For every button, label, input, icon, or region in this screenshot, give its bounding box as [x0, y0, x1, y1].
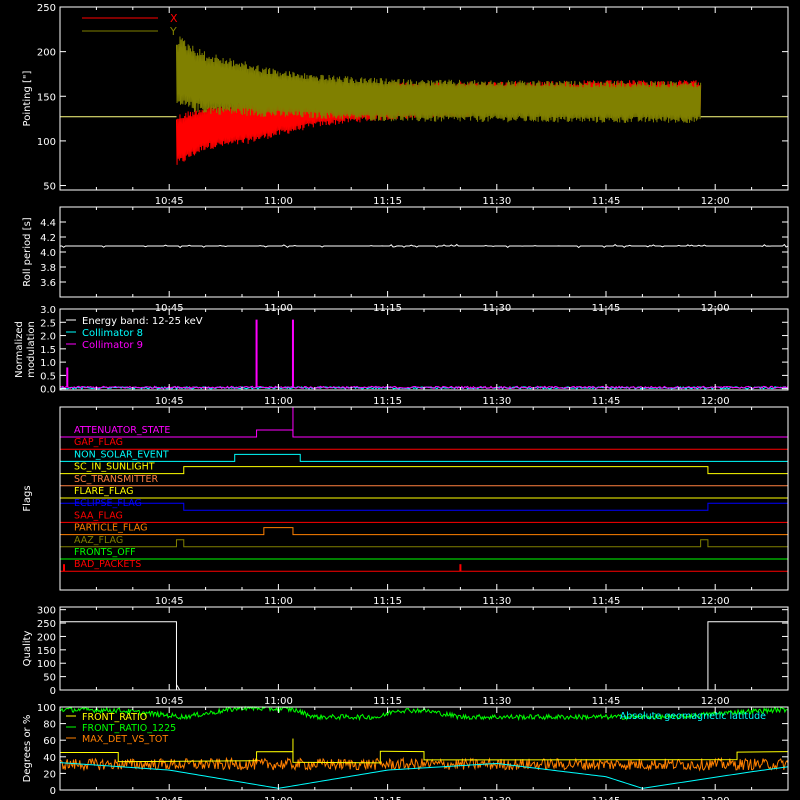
y-tick-label: 0.0: [40, 385, 56, 396]
flag-label: FLARE_FLAG: [74, 486, 134, 497]
y-tick-label: 4.0: [40, 248, 56, 259]
annotation-geomagnetic-latitude: Absolute geomagnetic latitude: [620, 711, 766, 722]
legend-label-x: X: [170, 12, 178, 25]
x-tick-label: 11:30: [482, 696, 511, 707]
y-tick-label: 250: [37, 619, 56, 630]
y-tick-label: 4.4: [40, 218, 56, 229]
flag-label: SC_TRANSMITTER: [74, 474, 159, 485]
y-tick-label: 200: [37, 632, 56, 643]
y-axis-label: Quality: [22, 631, 33, 667]
y-tick-label: 2.5: [40, 318, 56, 329]
y-tick-label: 1.5: [40, 345, 56, 356]
y-tick-label: 60: [43, 736, 56, 747]
x-tick-label: 11:45: [592, 196, 621, 207]
y-tick-label: 2.0: [40, 332, 56, 343]
x-tick-label: 10:45: [155, 196, 184, 207]
x-tick-label: 11:00: [264, 196, 293, 207]
y-tick-label: 50: [43, 182, 56, 193]
x-tick-label: 11:45: [592, 396, 621, 407]
y-tick-label: 80: [43, 720, 56, 731]
x-tick-label: 11:00: [264, 796, 293, 800]
x-tick-label: 10:45: [155, 396, 184, 407]
y-tick-label: 150: [37, 92, 56, 103]
x-tick-label: 12:00: [701, 396, 730, 407]
y-tick-label: 40: [43, 753, 56, 764]
x-tick-label: 11:30: [482, 596, 511, 607]
legend-label: MAX_DET_VS_TOT: [82, 734, 168, 745]
y-tick-label: 0.5: [40, 371, 56, 382]
legend-label: FRONT_RATIO: [82, 712, 147, 723]
x-tick-label: 11:30: [482, 196, 511, 207]
y-tick-label: 3.6: [40, 278, 56, 289]
x-tick-label: 11:30: [482, 396, 511, 407]
flag-label: GAP_FLAG: [74, 437, 123, 448]
flag-label: PARTICLE_FLAG: [74, 523, 147, 534]
y-tick-label: 100: [37, 703, 56, 714]
flag-label: SC_IN_SUNLIGHT: [74, 462, 155, 473]
x-tick-label: 11:45: [592, 796, 621, 800]
legend-label: Collimator 8: [82, 328, 143, 339]
x-tick-label: 11:30: [482, 796, 511, 800]
flag-label: FRONTS_OFF: [74, 547, 136, 558]
y-axis-label-line-1: Normalized: [14, 321, 25, 378]
y-tick-label: 150: [37, 646, 56, 657]
x-tick-label: 10:45: [155, 696, 184, 707]
flag-label: NON_SOLAR_EVENT: [74, 449, 169, 460]
y-axis-label-line-2: modulation: [26, 321, 37, 378]
flag-label: ECLIPSE_FLAG: [74, 498, 142, 509]
x-tick-label: 11:15: [373, 796, 402, 800]
y-tick-label: 1.0: [40, 358, 56, 369]
y-tick-label: 0: [50, 686, 56, 697]
x-tick-label: 11:15: [373, 196, 402, 207]
y-axis-label: Flags: [22, 485, 33, 511]
flag-label: ATTENUATOR_STATE: [74, 425, 170, 436]
rhessi-quicklook-chart: 10:45 11:00 11:15 11:30 11:45 12:00 50 100 150 20…: [0, 0, 800, 800]
x-tick-label: 12:00: [701, 696, 730, 707]
x-tick-label: 11:45: [592, 696, 621, 707]
legend-label-y: Y: [169, 25, 177, 38]
flag-label: BAD_PACKETS: [74, 559, 141, 570]
x-tick-label: 10:45: [155, 596, 184, 607]
y-axis-label: Pointing ["]: [22, 70, 33, 126]
y-tick-label: 100: [37, 659, 56, 670]
y-tick-label: 3.8: [40, 263, 56, 274]
y-tick-label: 100: [37, 137, 56, 148]
x-tick-label: 11:45: [592, 596, 621, 607]
x-tick-label: 11:15: [373, 696, 402, 707]
y-tick-label: 4.2: [40, 233, 56, 244]
legend-label: Collimator 9: [82, 340, 143, 351]
y-tick-label: 200: [37, 48, 56, 59]
x-tick-label: 12:00: [701, 196, 730, 207]
y-axis-label: Degrees or %: [22, 715, 33, 783]
x-tick-label: 12:00: [701, 796, 730, 800]
x-tick-label: 12:00: [701, 596, 730, 607]
x-tick-label: 11:15: [373, 596, 402, 607]
x-tick-label: 10:45: [155, 796, 184, 800]
legend-label: Energy band: 12-25 keV: [82, 316, 203, 327]
y-tick-label: 250: [37, 3, 56, 14]
x-tick-label: 11:00: [264, 396, 293, 407]
y-tick-label: 3.0: [40, 305, 56, 316]
y-tick-label: 50: [43, 673, 56, 684]
flag-label: SAA_FLAG: [74, 510, 123, 521]
x-tick-label: 11:15: [373, 396, 402, 407]
y-tick-label: 20: [43, 769, 56, 780]
x-tick-label: 11:00: [264, 696, 293, 707]
y-tick-label: 300: [37, 606, 56, 617]
x-tick-label: 11:00: [264, 596, 293, 607]
flag-label: AAZ_FLAG: [74, 535, 123, 546]
y-tick-label: 0: [50, 786, 56, 797]
legend-label: FRONT_RATIO_1225: [82, 723, 176, 734]
y-axis-label: Roll period [s]: [22, 217, 33, 286]
